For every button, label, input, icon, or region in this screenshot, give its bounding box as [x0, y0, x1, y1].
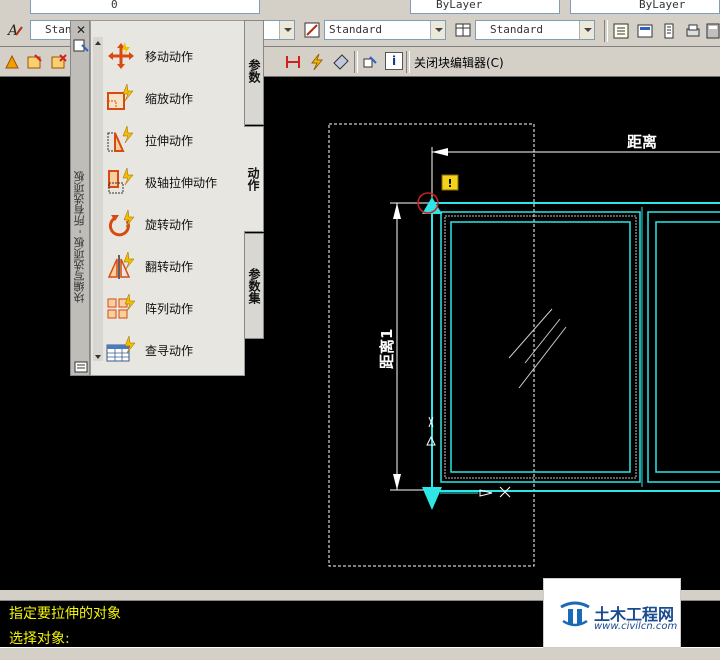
- glass-hatch: [508, 308, 553, 359]
- block-authoring-palette: ✕ 块编写选项板 - 所有选项板 移动动作 缩放动作 拉伸动作 极轴拉伸动作 旋: [70, 20, 265, 377]
- tab-label: 参数集: [247, 268, 261, 304]
- window-sash-dashed: [444, 215, 637, 479]
- watermark-url: www.civilcn.com: [594, 621, 678, 632]
- palette-item-label: 旋转动作: [145, 218, 194, 232]
- palette-item-polar-stretch-action[interactable]: 极轴拉伸动作: [105, 165, 245, 199]
- distance1-label[interactable]: 距离1: [378, 329, 396, 369]
- dim-style-combo[interactable]: Standard: [324, 20, 446, 40]
- save-block-as-icon[interactable]: [50, 53, 68, 71]
- palette-menu-icon[interactable]: [74, 361, 88, 373]
- palette-item-rotate-action[interactable]: 旋转动作: [105, 207, 245, 241]
- chevron-down-icon[interactable]: [279, 21, 294, 39]
- attribute-definition-icon[interactable]: [361, 53, 379, 71]
- dim-arrow: [393, 474, 401, 490]
- properties-icon[interactable]: [612, 22, 630, 40]
- text-style-value: Stan: [45, 23, 72, 36]
- chevron-down-icon[interactable]: [579, 21, 594, 39]
- palette-item-scale-action[interactable]: 缩放动作: [105, 81, 245, 115]
- palette-item-stretch-action[interactable]: 拉伸动作: [105, 123, 245, 157]
- svg-text:A: A: [6, 23, 18, 39]
- dim-style-value: Standard: [329, 23, 382, 36]
- text-style-icon[interactable]: A: [6, 21, 24, 39]
- palette-item-lookup-action[interactable]: 查寻动作: [105, 333, 245, 367]
- dim-style-icon[interactable]: [303, 21, 321, 39]
- scale-action-icon: [107, 83, 134, 110]
- grip-bottom[interactable]: [422, 487, 442, 510]
- window-frame-outer: [431, 202, 720, 492]
- close-icon[interactable]: ✕: [74, 23, 88, 37]
- window-frame-inner: [440, 211, 641, 483]
- design-center-icon[interactable]: [636, 22, 654, 40]
- layer-value: 0: [111, 0, 118, 11]
- palette-item-label: 缩放动作: [145, 92, 194, 106]
- command-prompt[interactable]: 选择对象:: [9, 628, 70, 648]
- lookup-action-icon: [106, 335, 136, 362]
- calculator-icon[interactable]: [704, 22, 720, 40]
- print-icon[interactable]: [684, 22, 702, 40]
- rotate-action-icon: [108, 209, 135, 237]
- tab-label: 参数: [247, 59, 261, 83]
- dim-arrow: [432, 148, 448, 156]
- parameter-set-icon[interactable]: [332, 53, 350, 71]
- table-style-value: Standard: [490, 23, 543, 36]
- move-action-icon: [108, 42, 134, 69]
- palette-item-label: 拉伸动作: [145, 134, 194, 148]
- linetype-value: ByLayer: [639, 0, 686, 11]
- palette-item-label: 查寻动作: [145, 344, 194, 358]
- status-bar: [0, 647, 720, 660]
- window-frame-right: [647, 211, 720, 483]
- palette-scrollbar[interactable]: [93, 37, 103, 361]
- polar-stretch-action-icon: [108, 167, 134, 194]
- color-value: ByLayer: [436, 0, 483, 11]
- command-history-line: 指定要拉伸的对象: [9, 606, 121, 622]
- close-block-editor-button[interactable]: 关闭块编辑器(C): [414, 54, 504, 71]
- toolbar-divider: [406, 51, 410, 73]
- tab-label: 动作: [246, 167, 260, 191]
- layer-toolbar: 0 ByLayer ByLayer: [0, 0, 720, 17]
- scroll-down-icon[interactable]: [93, 351, 103, 361]
- watermark-logo-mark: [560, 601, 590, 627]
- info-icon[interactable]: i: [385, 52, 403, 70]
- palette-item-array-action[interactable]: 阵列动作: [105, 291, 245, 325]
- palette-item-move-action[interactable]: 移动动作: [105, 39, 245, 73]
- tab-parameter-sets[interactable]: 参数集: [244, 233, 264, 339]
- layer-combo[interactable]: 0: [30, 0, 260, 14]
- palette-vertical-title: 块编写选项板 - 所有选项板: [73, 171, 86, 303]
- edit-block-icon[interactable]: [3, 53, 21, 71]
- distance-label[interactable]: 距离: [627, 133, 657, 151]
- window-pane-right: [655, 221, 720, 473]
- watermark-logo: 土木工程网 www.civilcn.com: [543, 578, 681, 648]
- linetype-combo[interactable]: ByLayer: [570, 0, 720, 14]
- palette-item-label: 极轴拉伸动作: [145, 176, 218, 190]
- palette-content: 移动动作 缩放动作 拉伸动作 极轴拉伸动作 旋转动作 翻转动作 阵列动作 查寻动…: [90, 20, 245, 376]
- palette-item-flip-action[interactable]: 翻转动作: [105, 249, 245, 283]
- table-style-icon[interactable]: [454, 21, 472, 39]
- properties-icon[interactable]: [73, 39, 89, 53]
- scroll-up-icon[interactable]: [93, 37, 103, 47]
- tool-palette-icon[interactable]: [660, 22, 678, 40]
- warning-glyph: !: [447, 177, 452, 190]
- tab-parameters[interactable]: 参数: [244, 20, 264, 125]
- action-icon[interactable]: [308, 53, 326, 71]
- palette-item-label: 移动动作: [145, 50, 194, 64]
- flip-action-icon: [107, 251, 135, 279]
- glass-hatch: [518, 326, 567, 389]
- chevron-down-icon[interactable]: [430, 21, 445, 39]
- linear-parameter-icon[interactable]: [284, 53, 302, 71]
- save-block-icon[interactable]: [26, 53, 44, 71]
- window-pane: [450, 221, 631, 473]
- tab-actions[interactable]: 动作: [244, 126, 264, 232]
- stretch-action-icon: [107, 125, 134, 152]
- dim-arrow: [393, 203, 401, 219]
- array-action-icon: [107, 293, 136, 319]
- toolbar-divider: [354, 51, 358, 73]
- palette-title-bar[interactable]: ✕ 块编写选项板 - 所有选项板: [70, 20, 90, 376]
- palette-item-label: 翻转动作: [145, 260, 194, 274]
- color-combo[interactable]: ByLayer: [410, 0, 560, 14]
- toolbar-divider: [604, 20, 608, 42]
- palette-item-label: 阵列动作: [145, 302, 194, 316]
- table-style-combo[interactable]: Standard: [475, 20, 595, 40]
